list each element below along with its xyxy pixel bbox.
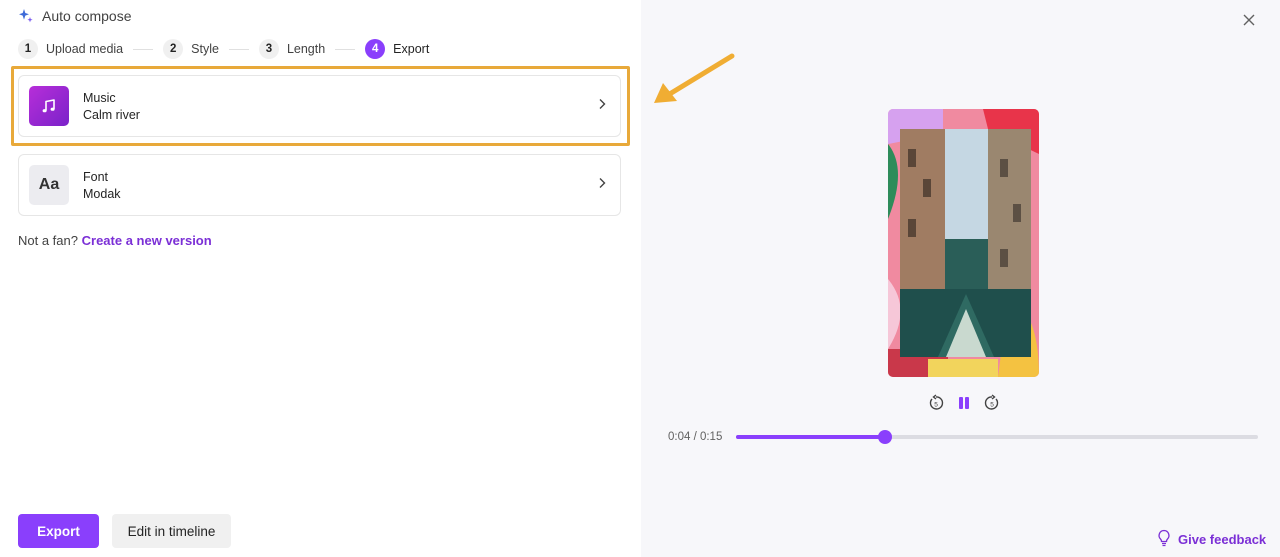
step-number: 2	[163, 39, 184, 59]
give-feedback-label: Give feedback	[1178, 532, 1267, 547]
header: Auto compose	[18, 6, 132, 26]
chevron-right-icon	[598, 176, 606, 194]
seek-bar[interactable]	[736, 430, 1258, 444]
step-divider	[228, 48, 249, 50]
rewind-5-icon[interactable]: 5	[926, 393, 946, 413]
step-number: 1	[18, 39, 38, 59]
pause-icon[interactable]	[954, 393, 974, 413]
give-feedback-link[interactable]: Give feedback	[1156, 529, 1266, 550]
video-preview[interactable]	[888, 109, 1039, 377]
edit-in-timeline-button[interactable]: Edit in timeline	[112, 514, 231, 548]
step-label: Style	[191, 42, 219, 56]
step-divider	[335, 48, 356, 50]
font-card-value: Modak	[83, 186, 121, 201]
font-card[interactable]: Aa Font Modak	[18, 154, 621, 216]
stepper: 1 Upload media 2 Style 3 Length 4 Export	[18, 38, 429, 60]
step-label: Upload media	[46, 42, 124, 56]
left-panel: Auto compose 1 Upload media 2 Style 3 Le…	[0, 0, 641, 557]
annotation-arrow-icon	[654, 53, 735, 103]
step-divider	[133, 48, 154, 50]
step-length[interactable]: 3 Length	[258, 39, 326, 59]
playback-time: 0:04 / 0:15	[668, 431, 723, 443]
highlight-box	[11, 66, 630, 146]
page-title: Auto compose	[42, 8, 132, 24]
forward-5-icon[interactable]: 5	[982, 393, 1002, 413]
step-label: Length	[286, 42, 326, 56]
svg-text:5: 5	[990, 402, 994, 409]
close-icon[interactable]	[1241, 12, 1257, 28]
seek-bar-fill	[736, 435, 885, 439]
step-style[interactable]: 2 Style	[163, 39, 219, 59]
lightbulb-icon	[1156, 529, 1172, 550]
svg-text:5: 5	[934, 402, 938, 409]
step-number: 4	[365, 39, 386, 59]
export-button[interactable]: Export	[18, 514, 99, 548]
playback-controls: 5 5	[926, 393, 1002, 413]
create-new-version-link[interactable]: Create a new version	[82, 233, 212, 248]
step-upload-media[interactable]: 1 Upload media	[18, 39, 123, 59]
step-number: 3	[258, 39, 279, 59]
seek-bar-thumb[interactable]	[877, 430, 892, 444]
step-export[interactable]: 4 Export	[365, 39, 429, 59]
not-a-fan-prefix: Not a fan?	[18, 233, 78, 248]
font-icon: Aa	[29, 165, 69, 205]
font-card-title: Font	[83, 169, 109, 184]
not-a-fan-text: Not a fan? Create a new version	[18, 233, 212, 248]
step-label: Export	[393, 42, 430, 56]
sparkle-icon	[18, 8, 34, 24]
